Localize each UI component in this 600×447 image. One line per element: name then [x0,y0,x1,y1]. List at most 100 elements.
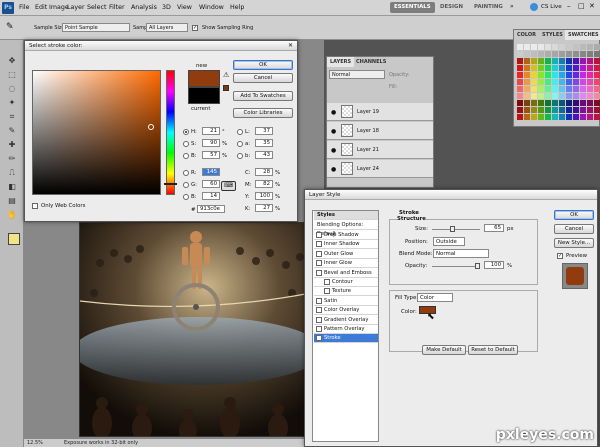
swatch-cell[interactable] [573,72,579,78]
black-input[interactable]: 27 [255,204,273,212]
canvas-artwork[interactable] [79,222,310,437]
tab-layers[interactable]: LAYERS [327,57,355,67]
menu-select[interactable]: Select [87,4,106,11]
eraser-tool-icon[interactable]: ◧ [5,182,19,192]
swatch-cell[interactable] [587,72,593,78]
eye-icon[interactable]: ● [331,147,336,154]
swatch-cell[interactable] [559,107,565,113]
style-item[interactable]: Contour [314,278,378,287]
swatch-cell[interactable] [587,86,593,92]
swatch-cell[interactable] [517,51,523,57]
hue-radio[interactable] [183,129,189,135]
swatch-cell[interactable] [594,65,600,71]
eye-icon[interactable]: ● [331,166,336,173]
swatch-cell[interactable] [531,65,537,71]
lasso-tool-icon[interactable]: ◌ [5,84,19,94]
swatch-cell[interactable] [580,51,586,57]
swatch-cell[interactable] [517,93,523,99]
tab-styles[interactable]: STYLES [539,30,566,40]
swatch-cell[interactable] [587,100,593,106]
swatch-cell[interactable] [559,93,565,99]
brightness-input[interactable]: 57 [202,151,220,159]
swatch-cell[interactable] [538,107,544,113]
lab-b-input[interactable]: 43 [255,151,273,159]
swatch-cell[interactable] [566,100,572,106]
foreground-color-swatch[interactable] [8,233,20,245]
minimize-icon[interactable]: – [567,2,571,10]
style-item-checkbox[interactable] [316,326,322,332]
swatch-cell[interactable] [559,100,565,106]
layer-style-ok-button[interactable]: OK [554,210,594,220]
swatch-cell[interactable] [517,100,523,106]
lab-l-radio[interactable] [237,129,243,135]
swatch-cell[interactable] [545,44,551,50]
swatch-cell[interactable] [538,65,544,71]
swatch-cell[interactable] [517,65,523,71]
workspace-design-button[interactable]: DESIGN [436,2,467,13]
red-input[interactable]: 145 [202,168,220,176]
eye-icon[interactable]: ● [331,109,336,116]
tab-swatches[interactable]: SWATCHES [565,30,600,40]
swatch-cell[interactable] [552,93,558,99]
yellow-input[interactable]: 100 [255,192,273,200]
layer-row[interactable]: ● Layer 19 [327,103,433,121]
swatch-grid[interactable] [517,44,600,120]
swatch-cell[interactable] [566,51,572,57]
swatch-cell[interactable] [552,107,558,113]
swatch-cell[interactable] [566,86,572,92]
swatch-cell[interactable] [524,44,530,50]
reset-to-default-button[interactable]: Reset to Default [468,345,518,355]
saturation-input[interactable]: 90 [202,139,220,147]
tab-color[interactable]: COLOR [514,30,539,40]
swatch-cell[interactable] [559,86,565,92]
swatch-cell[interactable] [587,114,593,120]
swatch-cell[interactable] [517,79,523,85]
swatch-cell[interactable] [545,51,551,57]
swatch-cell[interactable] [559,79,565,85]
swatch-cell[interactable] [594,72,600,78]
zoom-level[interactable]: 12.5% [27,440,43,446]
swatch-cell[interactable] [531,93,537,99]
out-of-gamut-icon[interactable]: ⚠ [223,71,229,79]
sample-size-select[interactable]: Point Sample [62,23,130,32]
tab-channels[interactable]: CHANNELS [353,57,389,67]
swatch-cell[interactable] [594,58,600,64]
swatch-cell[interactable] [580,79,586,85]
swatch-cell[interactable] [573,86,579,92]
swatch-cell[interactable] [587,44,593,50]
swatch-cell[interactable] [573,107,579,113]
swatch-cell[interactable] [545,114,551,120]
magenta-input[interactable]: 82 [255,180,273,188]
swatch-cell[interactable] [524,79,530,85]
opacity-slider-thumb[interactable] [475,263,480,269]
gradient-tool-icon[interactable]: ▤ [5,196,19,206]
swatch-cell[interactable] [566,107,572,113]
make-default-button[interactable]: Make Default [422,345,466,355]
style-item-checkbox[interactable] [324,288,330,295]
menu-analysis[interactable]: Analysis [131,4,157,11]
current-color-swatch[interactable] [188,87,220,104]
swatch-cell[interactable] [538,79,544,85]
swatch-cell[interactable] [559,51,565,57]
swatch-cell[interactable] [545,58,551,64]
swatch-cell[interactable] [524,86,530,92]
style-item-checkbox[interactable] [316,241,322,248]
swatch-cell[interactable] [545,79,551,85]
swatch-cell[interactable] [545,93,551,99]
style-item-checkbox[interactable] [324,279,330,285]
swatch-cell[interactable] [566,72,572,78]
swatch-cell[interactable] [573,44,579,50]
style-item[interactable]: Drop Shadow [314,231,378,240]
quick-select-tool-icon[interactable]: ✦ [5,98,19,108]
style-item-checkbox[interactable] [316,316,322,323]
style-item[interactable]: ✓ Stroke [314,334,378,344]
preview-checkbox[interactable]: ✓ [557,253,563,259]
menu-help[interactable]: Help [230,4,244,11]
swatch-cell[interactable] [566,65,572,71]
add-to-swatches-button[interactable]: Add To Swatches [233,91,293,101]
swatch-cell[interactable] [587,79,593,85]
lab-a-radio[interactable] [237,141,243,147]
style-item-checkbox[interactable] [316,269,322,276]
web-safe-icon[interactable] [223,85,229,91]
swatch-cell[interactable] [594,114,600,120]
